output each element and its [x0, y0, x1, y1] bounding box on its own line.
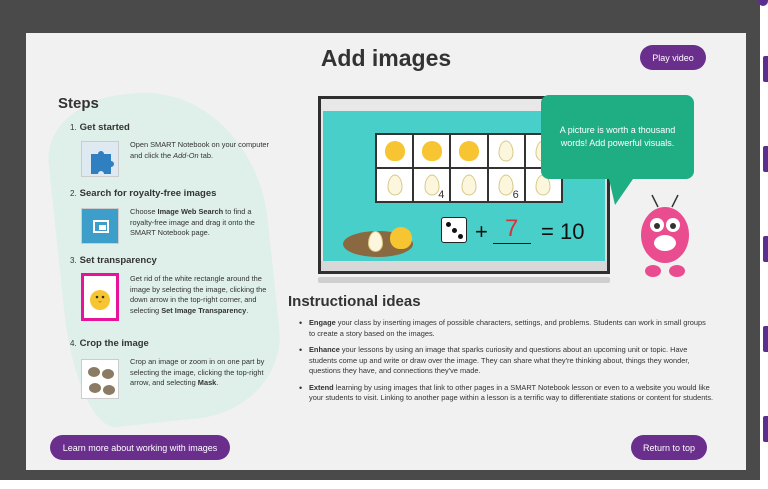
page-title: Add images	[320, 45, 452, 71]
side-tab[interactable]	[763, 326, 768, 352]
step-title: 4. Crop the image	[70, 338, 149, 349]
step-description: Open SMART Notebook on your computer and…	[130, 140, 269, 160]
chick-image	[458, 141, 479, 161]
egg-image	[368, 231, 383, 252]
plus-sign: +	[475, 219, 488, 244]
frame-bottom-margin	[0, 480, 768, 489]
egg-image	[461, 174, 477, 196]
handwritten-number: 6	[512, 189, 519, 201]
step-title: 3. Set transparency	[70, 255, 157, 266]
play-video-button[interactable]: Play video	[640, 45, 706, 70]
egg-image	[498, 140, 514, 162]
steps-heading: Steps	[58, 95, 99, 112]
answer-blank	[493, 243, 531, 244]
step-description: Get rid of the white rectangle around th…	[130, 274, 267, 315]
transparency-example-image	[81, 273, 119, 321]
ten-frame-grid: 1 4 6	[375, 133, 563, 203]
list-item: Engage your class by inserting images of…	[299, 318, 714, 339]
chick-image	[390, 227, 412, 249]
crop-example-image	[81, 359, 119, 399]
speech-bubble-tail	[609, 179, 633, 205]
image-search-icon	[81, 208, 119, 244]
side-tab[interactable]	[763, 56, 768, 82]
egg-image	[498, 174, 514, 196]
step-description: Choose Image Web Search to find a royalt…	[130, 207, 255, 237]
ideas-list: Engage your class by inserting images of…	[299, 318, 714, 410]
instructional-ideas-heading: Instructional ideas	[288, 293, 421, 310]
list-item: Extend learning by using images that lin…	[299, 383, 714, 404]
dice-icon	[441, 217, 467, 243]
content-card: Add images Play video Steps 1. Get starte…	[26, 33, 746, 470]
egg-image	[424, 174, 440, 196]
step-title: 1. Get started	[70, 122, 130, 133]
side-tab[interactable]	[763, 146, 768, 172]
board-tray	[318, 277, 610, 283]
learn-more-button[interactable]: Learn more about working with images	[50, 435, 230, 460]
chick-image	[421, 141, 442, 161]
equals-ten: = 10	[541, 219, 585, 244]
puzzle-icon	[81, 141, 119, 177]
handwritten-number: 4	[438, 189, 445, 201]
step-description: Crop an image or zoom in on one part by …	[130, 357, 265, 387]
speech-bubble: A picture is worth a thousand words! Add…	[541, 95, 694, 179]
side-tab[interactable]	[763, 236, 768, 262]
pink-monster-mascot	[641, 194, 689, 277]
side-tab[interactable]	[763, 416, 768, 442]
chick-image	[384, 141, 405, 161]
handwritten-answer: 7	[505, 215, 519, 242]
egg-image	[387, 174, 403, 196]
list-item: Enhance your lessons by using an image t…	[299, 345, 714, 377]
step-title: 2. Search for royalty-free images	[70, 188, 217, 199]
return-to-top-button[interactable]: Return to top	[631, 435, 707, 460]
